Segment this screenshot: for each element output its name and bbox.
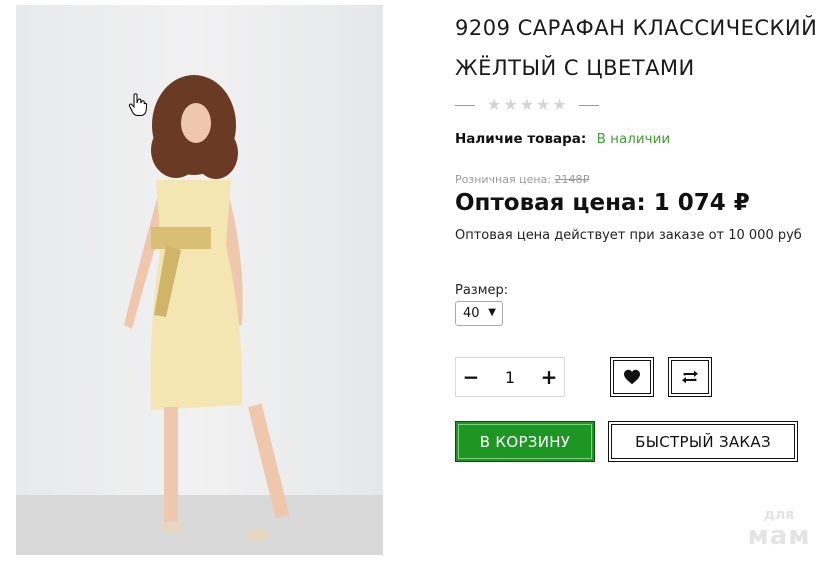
star-icon[interactable]: ★ [520, 97, 534, 113]
quantity-minus-button[interactable]: − [456, 358, 486, 396]
wholesale-price-label: Оптовая цена: [455, 190, 646, 216]
quantity-value[interactable]: 1 [486, 368, 534, 387]
rating-stars[interactable]: ★ ★ ★ ★ ★ [487, 97, 567, 113]
star-icon[interactable]: ★ [536, 97, 550, 113]
add-to-cart-button[interactable]: В КОРЗИНУ [455, 421, 595, 462]
size-selected-value: 40 [463, 306, 480, 321]
star-icon[interactable]: ★ [503, 97, 517, 113]
quantity-plus-button[interactable]: + [534, 358, 564, 396]
wholesale-note: Оптовая цена действует при заказе от 10 … [455, 228, 802, 243]
wholesale-price-value: 1 074 ₽ [653, 190, 750, 216]
heart-icon [624, 369, 640, 385]
star-icon[interactable]: ★ [552, 97, 566, 113]
product-title-line-1: 9209 САРАФАН КЛАССИЧЕСКИЙ [455, 16, 818, 40]
divider [455, 104, 475, 106]
product-title-line-2: ЖЁЛТЫЙ С ЦВЕТАМИ [455, 56, 695, 80]
rating[interactable]: ★ ★ ★ ★ ★ [455, 94, 599, 116]
availability-label: Наличие товара: [455, 131, 587, 147]
quick-order-button[interactable]: БЫСТРЫЙ ЗАКАЗ [608, 421, 798, 462]
wholesale-price: Оптовая цена: 1 074 ₽ [455, 190, 750, 216]
compare-icon [682, 370, 698, 384]
watermark: для мам [744, 508, 814, 552]
quantity-stepper[interactable]: − 1 + [455, 357, 565, 397]
watermark-line-2: мам [747, 521, 811, 551]
divider [578, 104, 599, 106]
add-to-cart-label: В КОРЗИНУ [479, 432, 571, 451]
wishlist-button[interactable] [610, 357, 654, 397]
chevron-down-icon: ▼ [488, 307, 496, 318]
hand-pointer-icon [128, 93, 148, 121]
star-icon[interactable]: ★ [487, 97, 501, 113]
product-photo[interactable] [16, 5, 383, 555]
availability-status: В наличии [596, 131, 671, 147]
quick-order-label: БЫСТРЫЙ ЗАКАЗ [635, 432, 771, 451]
size-select[interactable]: 40 ▼ [455, 301, 503, 326]
availability: Наличие товара: В наличии [455, 131, 670, 147]
compare-button[interactable] [668, 357, 712, 397]
watermark-line-1: для [763, 507, 795, 523]
retail-price-label: Розничная цена: [455, 173, 551, 186]
size-label: Размер: [455, 283, 509, 298]
product-title: 9209 САРАФАН КЛАССИЧЕСКИЙ ЖЁЛТЫЙ С ЦВЕТА… [455, 8, 827, 88]
retail-price-value: 2148₽ [554, 173, 590, 186]
retail-price: Розничная цена: 2148₽ [455, 173, 590, 186]
